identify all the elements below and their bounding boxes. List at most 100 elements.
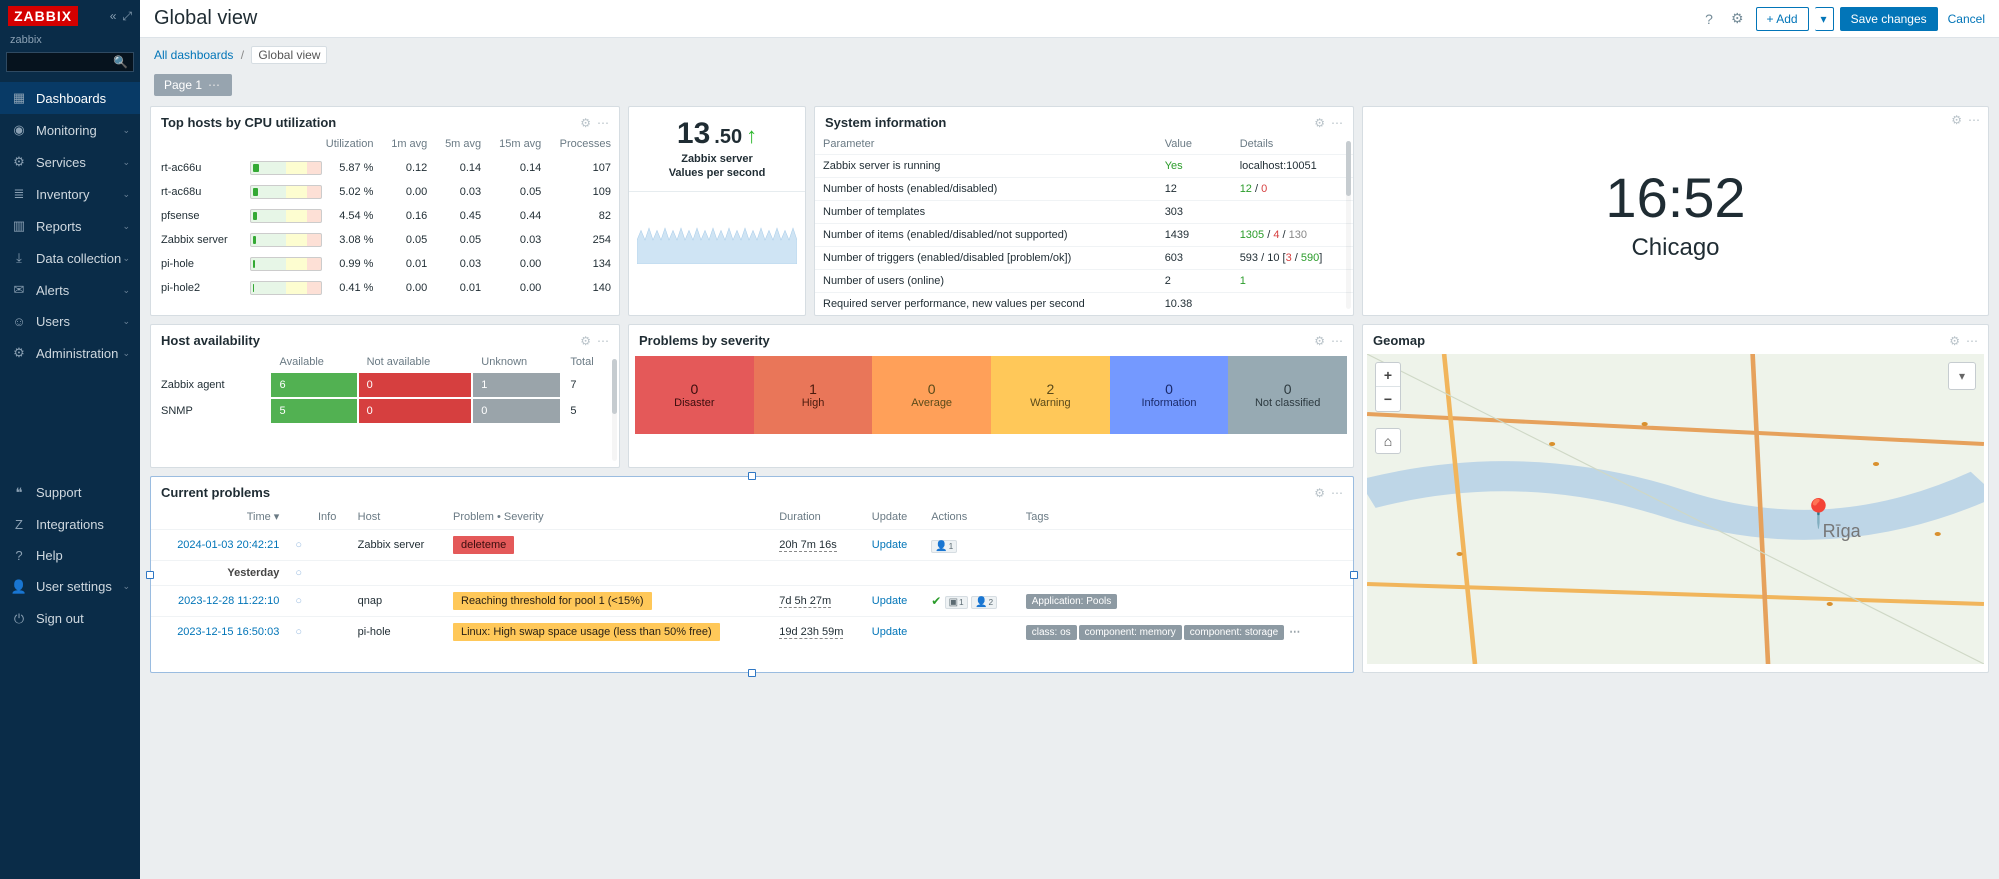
nav-item-user-settings[interactable]: 👤User settings⌄: [0, 571, 140, 603]
avail-cell[interactable]: 5: [271, 399, 356, 423]
resize-handle-bottom[interactable]: [748, 669, 756, 677]
update-link[interactable]: Update: [872, 539, 907, 551]
update-link[interactable]: Update: [872, 595, 907, 607]
map-canvas[interactable]: + − ⌂ ▾ 📍 Rīga: [1367, 354, 1984, 664]
page-chip-menu-icon[interactable]: ⋯: [208, 78, 222, 92]
nav-item-data-collection[interactable]: ⤓Data collection⌄: [0, 242, 140, 274]
tag[interactable]: component: memory: [1079, 625, 1182, 640]
widget-current-problems[interactable]: Current problems ⚙⋯ Time ▾InfoHostProble…: [150, 476, 1354, 673]
duration-cell[interactable]: 19d 23h 59m: [779, 626, 843, 639]
resize-handle-top[interactable]: [748, 472, 756, 480]
problem-pill[interactable]: Reaching threshold for pool 1 (<15%): [453, 592, 652, 610]
resize-handle-left[interactable]: [146, 571, 154, 579]
notavail-cell[interactable]: 0: [359, 373, 472, 397]
more-icon[interactable]: ⋯: [597, 116, 609, 130]
avail-cell[interactable]: 6: [271, 373, 356, 397]
collapse-sidebar-icon[interactable]: «: [110, 9, 117, 24]
brand-logo[interactable]: ZABBIX: [8, 6, 78, 26]
gear-icon[interactable]: ⚙: [1951, 113, 1962, 127]
more-icon[interactable]: ⋯: [1331, 334, 1343, 348]
nav-item-administration[interactable]: ⚙Administration⌄: [0, 337, 140, 369]
map-filter-button[interactable]: ▾: [1948, 362, 1976, 390]
duration-cell[interactable]: 20h 7m 16s: [779, 539, 836, 552]
duration-cell[interactable]: 7d 5h 27m: [779, 595, 831, 608]
host-cell[interactable]: pi-hole: [350, 617, 445, 648]
table-row[interactable]: pfsense 4.54 %0.160.450.4482: [151, 204, 619, 228]
nav-item-help[interactable]: ?Help: [0, 540, 140, 571]
notavail-cell[interactable]: 0: [359, 399, 472, 423]
unknown-cell[interactable]: 1: [473, 373, 560, 397]
help-icon[interactable]: ?: [1699, 7, 1719, 31]
expand-icon[interactable]: ⤢: [122, 9, 132, 24]
problem-row[interactable]: 2023-12-15 16:50:03 pi-hole Linux: High …: [151, 617, 1353, 648]
severity-not-classified[interactable]: 0Not classified: [1228, 356, 1347, 434]
nav-item-reports[interactable]: ▥Reports⌄: [0, 210, 140, 242]
table-row[interactable]: rt-ac66u 5.87 %0.120.140.14107: [151, 156, 619, 180]
gear-icon[interactable]: ⚙: [580, 334, 591, 348]
gear-icon[interactable]: ⚙: [1314, 116, 1325, 130]
nav-item-inventory[interactable]: ≣Inventory⌄: [0, 178, 140, 210]
zoom-in-button[interactable]: +: [1376, 363, 1400, 387]
add-dropdown-button[interactable]: ▾: [1815, 7, 1834, 31]
gear-icon[interactable]: ⚙: [580, 116, 591, 130]
gear-icon[interactable]: ⚙: [1314, 486, 1325, 500]
host-cell[interactable]: rt-ac66u: [151, 156, 239, 180]
problem-time-link[interactable]: 2023-12-15 16:50:03: [177, 626, 279, 638]
host-cell[interactable]: qnap: [350, 586, 445, 617]
map-home-button[interactable]: ⌂: [1376, 429, 1400, 453]
host-cell[interactable]: Zabbix server: [350, 530, 445, 561]
breadcrumb-root[interactable]: All dashboards: [154, 48, 233, 62]
zoom-out-button[interactable]: −: [1376, 387, 1400, 411]
more-icon[interactable]: ⋯: [1966, 334, 1978, 348]
tag[interactable]: class: os: [1026, 625, 1077, 640]
nav-item-users[interactable]: ☺Users⌄: [0, 306, 140, 337]
host-cell[interactable]: pi-hole2: [151, 276, 239, 300]
problem-pill[interactable]: deleteme: [453, 536, 514, 554]
problem-time-link[interactable]: 2024-01-03 20:42:21: [177, 539, 279, 551]
severity-warning[interactable]: 2Warning: [991, 356, 1110, 434]
problem-row[interactable]: 2024-01-03 20:42:21 Zabbix server delete…: [151, 530, 1353, 561]
dashboard-page-chip[interactable]: Page 1 ⋯: [154, 74, 232, 96]
problem-time-link[interactable]: 2023-12-28 11:22:10: [178, 595, 279, 607]
host-cell[interactable]: pfsense: [151, 204, 239, 228]
table-row[interactable]: pi-hole 0.99 %0.010.030.00134: [151, 252, 619, 276]
more-icon[interactable]: ⋯: [1968, 113, 1980, 127]
severity-information[interactable]: 0Information: [1110, 356, 1229, 434]
more-icon[interactable]: ⋯: [1331, 486, 1343, 500]
save-changes-button[interactable]: Save changes: [1840, 7, 1938, 31]
more-icon[interactable]: ⋯: [1331, 116, 1343, 130]
host-cell[interactable]: rt-ac68u: [151, 180, 239, 204]
nav-item-services[interactable]: ⚙Services⌄: [0, 146, 140, 178]
nav-item-integrations[interactable]: ZIntegrations: [0, 509, 140, 540]
host-cell[interactable]: pi-hole: [151, 252, 239, 276]
cancel-link[interactable]: Cancel: [1948, 12, 1985, 26]
action-count[interactable]: ▣1: [945, 596, 968, 609]
search-input[interactable]: [6, 52, 134, 72]
severity-high[interactable]: 1High: [754, 356, 873, 434]
tag[interactable]: component: storage: [1184, 625, 1284, 640]
unknown-cell[interactable]: 0: [473, 399, 560, 423]
action-user-icon[interactable]: 👤1: [931, 540, 957, 553]
action-count[interactable]: 👤2: [971, 596, 997, 609]
resize-handle-right[interactable]: [1350, 571, 1358, 579]
more-icon[interactable]: ⋯: [597, 334, 609, 348]
nav-item-monitoring[interactable]: ◉Monitoring⌄: [0, 114, 140, 146]
nav-item-alerts[interactable]: ✉Alerts⌄: [0, 274, 140, 306]
host-cell[interactable]: Zabbix server: [151, 228, 239, 252]
table-row[interactable]: Zabbix server 3.08 %0.050.050.03254: [151, 228, 619, 252]
tag[interactable]: Application: Pools: [1026, 594, 1118, 609]
settings-gear-icon[interactable]: ⚙: [1725, 6, 1750, 31]
nav-item-sign-out[interactable]: ⏻Sign out: [0, 603, 140, 635]
table-row[interactable]: pi-hole2 0.41 %0.000.010.00140: [151, 276, 619, 300]
severity-disaster[interactable]: 0Disaster: [635, 356, 754, 434]
breadcrumb-current[interactable]: Global view: [251, 46, 327, 64]
problem-row[interactable]: 2023-12-28 11:22:10 qnap Reaching thresh…: [151, 586, 1353, 617]
gear-icon[interactable]: ⚙: [1949, 334, 1960, 348]
problem-pill[interactable]: Linux: High swap space usage (less than …: [453, 623, 720, 641]
nav-item-support[interactable]: ❝Support: [0, 477, 140, 509]
severity-average[interactable]: 0Average: [872, 356, 991, 434]
add-button[interactable]: + Add: [1756, 7, 1809, 31]
table-row[interactable]: rt-ac68u 5.02 %0.000.030.05109: [151, 180, 619, 204]
gear-icon[interactable]: ⚙: [1314, 334, 1325, 348]
nav-item-dashboards[interactable]: ▦Dashboards: [0, 82, 140, 114]
